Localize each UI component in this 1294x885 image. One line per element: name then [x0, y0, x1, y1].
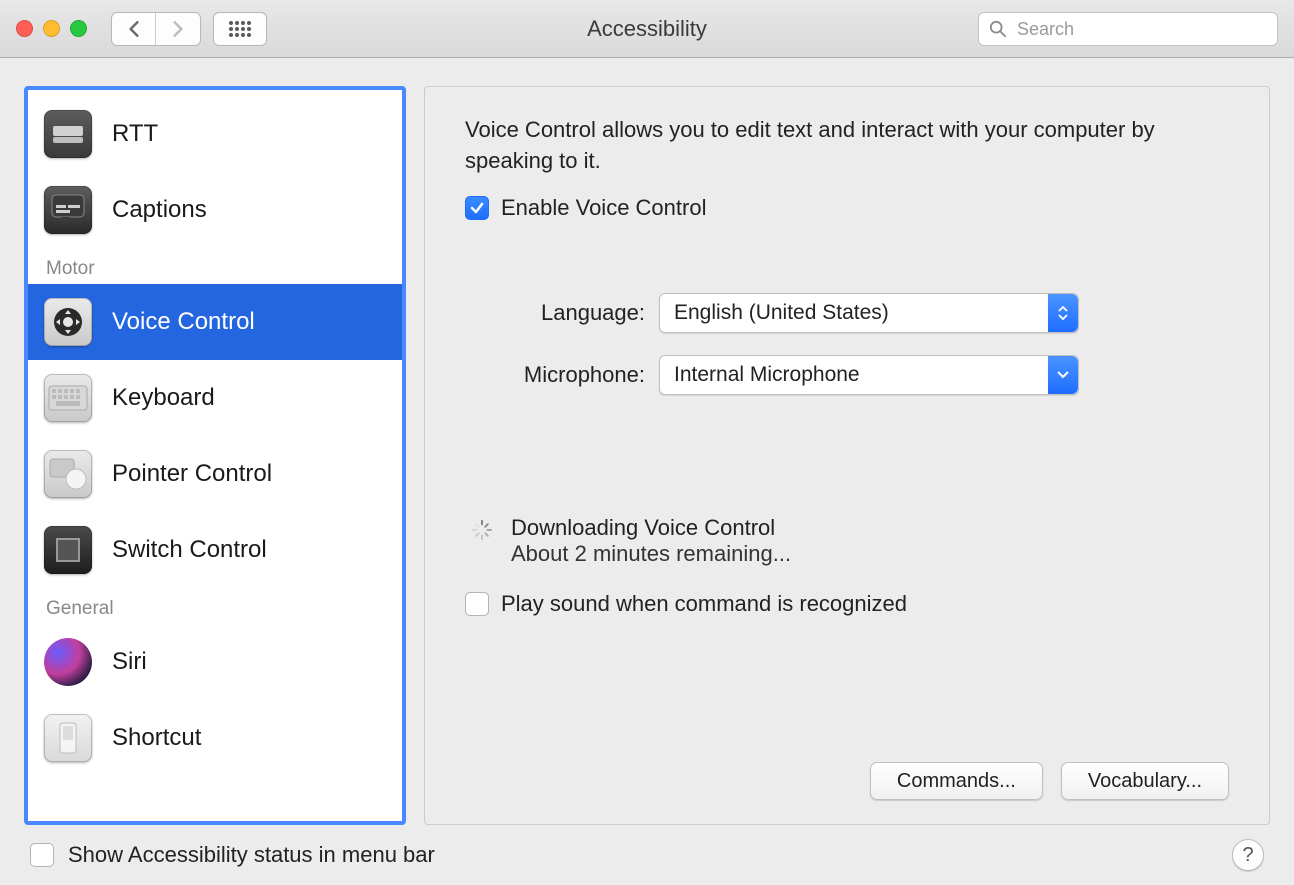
play-sound-checkbox[interactable] — [465, 592, 489, 616]
check-icon — [469, 200, 485, 216]
download-title: Downloading Voice Control — [511, 515, 791, 541]
sidebar-item-label: Siri — [112, 648, 147, 676]
enable-voice-control-checkbox[interactable] — [465, 196, 489, 220]
language-value: English (United States) — [674, 301, 889, 325]
keyboard-icon — [44, 374, 92, 422]
show-all-button[interactable] — [213, 12, 267, 46]
sidebar-heading-motor: Motor — [28, 248, 402, 284]
sidebar-item-siri[interactable]: Siri — [28, 624, 402, 700]
microphone-label: Microphone: — [465, 362, 645, 388]
sidebar[interactable]: RTT Captions Motor Voice Control Keyboar… — [24, 86, 406, 825]
language-select[interactable]: English (United States) — [659, 293, 1079, 333]
switch-control-icon — [44, 526, 92, 574]
search-icon — [989, 20, 1007, 38]
nav-buttons — [111, 12, 201, 46]
help-button[interactable]: ? — [1232, 839, 1264, 871]
chevron-left-icon — [127, 20, 141, 38]
spinner-icon — [471, 519, 493, 541]
chevron-down-icon — [1048, 356, 1078, 394]
panel-buttons: Commands... Vocabulary... — [870, 762, 1229, 800]
menu-bar-status-checkbox[interactable] — [30, 843, 54, 867]
search-field[interactable] — [978, 12, 1278, 46]
content: RTT Captions Motor Voice Control Keyboar… — [0, 58, 1294, 825]
enable-voice-control-row[interactable]: Enable Voice Control — [465, 195, 1229, 221]
sidebar-heading-general: General — [28, 588, 402, 624]
sidebar-item-voice-control[interactable]: Voice Control — [28, 284, 402, 360]
settings-panel: Voice Control allows you to edit text an… — [424, 86, 1270, 825]
download-status: Downloading Voice Control About 2 minute… — [465, 515, 1229, 567]
sidebar-item-label: Captions — [112, 196, 207, 224]
shortcut-icon — [44, 714, 92, 762]
sidebar-item-pointer-control[interactable]: Pointer Control — [28, 436, 402, 512]
sidebar-item-shortcut[interactable]: Shortcut — [28, 700, 402, 776]
play-sound-label: Play sound when command is recognized — [501, 591, 907, 617]
menu-bar-status-label: Show Accessibility status in menu bar — [68, 842, 435, 868]
forward-button[interactable] — [156, 13, 200, 45]
sidebar-item-label: Keyboard — [112, 384, 215, 412]
play-sound-row[interactable]: Play sound when command is recognized — [465, 591, 1229, 617]
microphone-value: Internal Microphone — [674, 363, 860, 387]
rtt-icon — [44, 110, 92, 158]
sidebar-item-label: Voice Control — [112, 308, 255, 336]
sidebar-item-label: Pointer Control — [112, 460, 272, 488]
microphone-row: Microphone: Internal Microphone — [465, 355, 1229, 395]
language-row: Language: English (United States) — [465, 293, 1229, 333]
sidebar-item-label: Switch Control — [112, 536, 267, 564]
back-button[interactable] — [112, 13, 156, 45]
search-input[interactable] — [1015, 18, 1267, 41]
download-subtitle: About 2 minutes remaining... — [511, 541, 791, 567]
captions-icon — [44, 186, 92, 234]
minimize-window-button[interactable] — [43, 20, 60, 37]
zoom-window-button[interactable] — [70, 20, 87, 37]
pointer-control-icon — [44, 450, 92, 498]
enable-voice-control-label: Enable Voice Control — [501, 195, 706, 221]
footer: Show Accessibility status in menu bar ? — [0, 825, 1294, 885]
grid-icon — [228, 20, 252, 38]
voice-control-icon — [44, 298, 92, 346]
sidebar-item-label: RTT — [112, 120, 158, 148]
sidebar-item-captions[interactable]: Captions — [28, 172, 402, 248]
close-window-button[interactable] — [16, 20, 33, 37]
vocabulary-button[interactable]: Vocabulary... — [1061, 762, 1229, 800]
sidebar-item-label: Shortcut — [112, 724, 201, 752]
window-controls — [16, 20, 87, 37]
siri-icon — [44, 638, 92, 686]
sidebar-item-switch-control[interactable]: Switch Control — [28, 512, 402, 588]
sidebar-item-keyboard[interactable]: Keyboard — [28, 360, 402, 436]
panel-description: Voice Control allows you to edit text an… — [465, 115, 1229, 177]
language-label: Language: — [465, 300, 645, 326]
chevron-right-icon — [171, 20, 185, 38]
sidebar-item-rtt[interactable]: RTT — [28, 96, 402, 172]
microphone-select[interactable]: Internal Microphone — [659, 355, 1079, 395]
titlebar: Accessibility — [0, 0, 1294, 58]
commands-button[interactable]: Commands... — [870, 762, 1043, 800]
updown-icon — [1048, 294, 1078, 332]
